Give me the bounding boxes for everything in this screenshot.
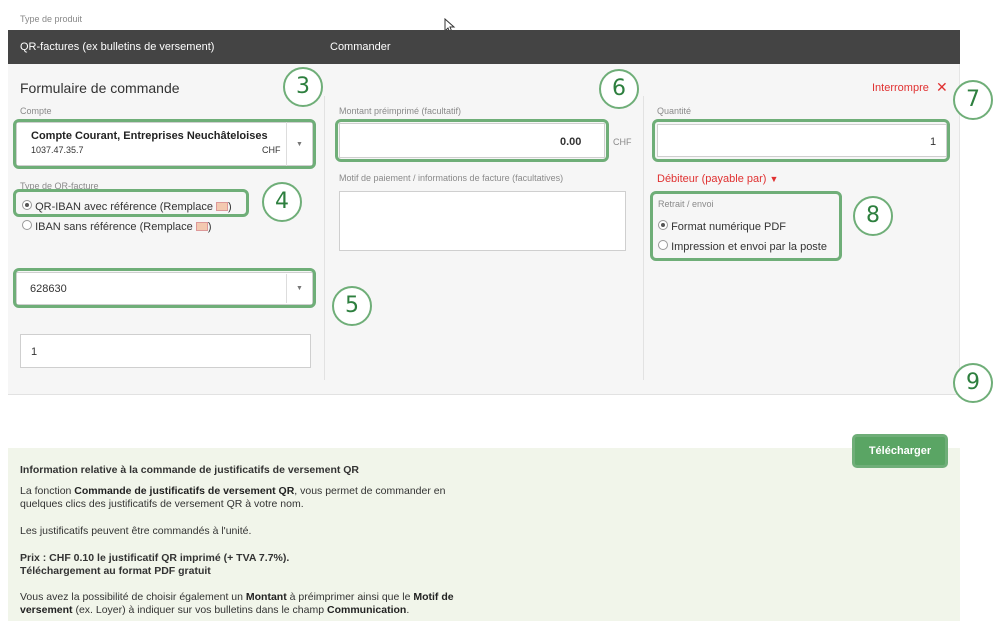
product-value: QR-factures (ex bulletins de versement) [20, 41, 215, 53]
info-price: Prix : CHF 0.10 le justificatif QR impri… [20, 552, 290, 577]
highlight-box [13, 119, 316, 169]
close-paren: ) [228, 201, 232, 213]
form-title: Formulaire de commande [20, 80, 180, 96]
radio-unselected-icon [22, 220, 32, 230]
iban-radio[interactable]: IBAN sans référence (Remplace ) [22, 220, 212, 233]
motive-textarea[interactable] [339, 191, 626, 251]
column-divider [324, 96, 325, 380]
cancel-link[interactable]: Interrompre [872, 82, 929, 94]
info-panel: Information relative à la commande de ju… [8, 448, 960, 621]
info-unit-text: Les justificatifs peuvent être commandés… [20, 525, 252, 537]
product-type-label: Type de produit [20, 14, 83, 24]
account-number: 1037.47.35.7 [31, 145, 84, 155]
reference-value: 628630 [30, 283, 67, 295]
qr-iban-label: QR-IBAN avec référence (Remplace [35, 201, 213, 213]
delivery-label: Retrait / envoi [658, 199, 714, 209]
close-icon[interactable]: ✕ [936, 79, 948, 96]
debtor-label: Débiteur (payable par) [657, 173, 767, 185]
quantity-value: 1 [930, 136, 937, 148]
chevron-down-icon[interactable]: ▼ [296, 141, 303, 148]
extra-input[interactable] [20, 334, 311, 368]
order-label: Commander [330, 41, 391, 53]
extra-input-value: 1 [31, 346, 38, 358]
radio-selected-icon [22, 200, 32, 210]
callout-badge: 5 [332, 286, 372, 326]
pdf-radio[interactable]: Format numérique PDF [658, 220, 786, 233]
motive-label: Motif de paiement / informations de fact… [339, 173, 564, 183]
iban-label: IBAN sans référence (Remplace [35, 221, 193, 233]
slip-icon [216, 202, 229, 211]
debtor-toggle[interactable]: Débiteur (payable par) ▼ [657, 173, 778, 185]
amount-value: 0.00 [560, 136, 582, 148]
amount-label: Montant préimprimé (facultatif) [339, 106, 462, 116]
radio-unselected-icon [658, 240, 668, 250]
post-label: Impression et envoi par la poste [671, 241, 827, 253]
pdf-label: Format numérique PDF [671, 221, 786, 233]
callout-badge: 8 [853, 196, 893, 236]
qr-iban-radio[interactable]: QR-IBAN avec référence (Remplace ) [22, 200, 232, 213]
product-bar: QR-factures (ex bulletins de versement) … [8, 30, 960, 64]
download-button[interactable]: Télécharger [852, 434, 948, 468]
account-label: Compte [20, 106, 52, 116]
info-paragraph: La fonction Commande de justificatifs de… [20, 485, 446, 510]
close-paren: ) [207, 221, 212, 233]
account-currency: CHF [262, 145, 281, 155]
callout-badge: 9 [953, 363, 993, 403]
section-divider [8, 394, 960, 395]
column-divider [643, 96, 644, 380]
post-radio[interactable]: Impression et envoi par la poste [658, 240, 827, 253]
amount-currency: CHF [613, 137, 632, 147]
callout-badge: 6 [599, 69, 639, 109]
radio-selected-icon [658, 220, 668, 230]
select-divider [286, 274, 287, 303]
select-divider [286, 122, 287, 166]
slip-icon [195, 222, 208, 231]
info-title: Information relative à la commande de ju… [20, 464, 360, 476]
callout-badge: 4 [262, 182, 302, 222]
callout-badge: 3 [283, 67, 323, 107]
chevron-down-icon: ▼ [769, 174, 779, 184]
highlight-box [652, 119, 950, 162]
info-paragraph: Vous avez la possibilité de choisir égal… [20, 591, 454, 616]
chevron-down-icon[interactable]: ▼ [296, 285, 303, 292]
callout-badge: 7 [953, 80, 993, 120]
quantity-label: Quantité [657, 106, 692, 116]
account-name: Compte Courant, Entreprises Neuchâtelois… [31, 130, 268, 142]
